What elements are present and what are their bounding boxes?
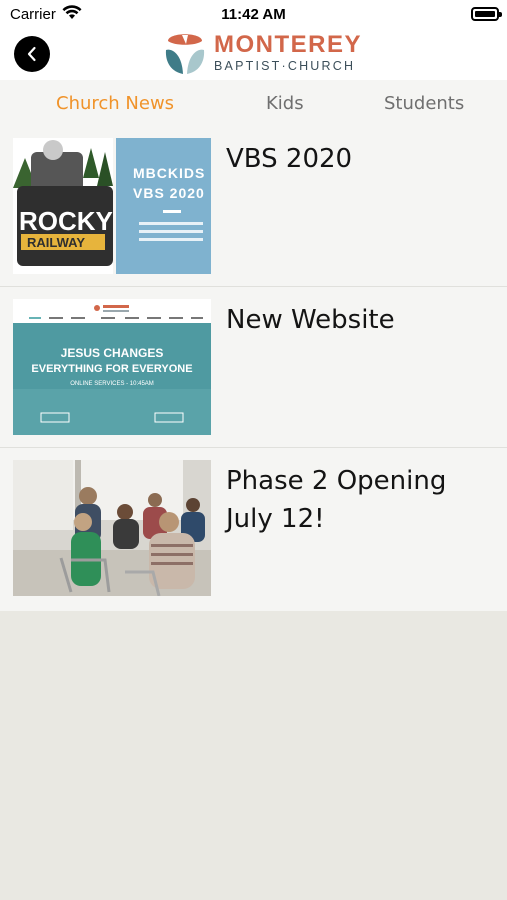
- news-item-phase-2-opening[interactable]: Phase 2 Opening July 12!: [0, 448, 507, 611]
- thumb-text-railway: RAILWAY: [27, 235, 85, 250]
- wifi-icon: [62, 4, 82, 24]
- back-button[interactable]: [14, 36, 50, 72]
- news-item-new-website[interactable]: JESUS CHANGES EVERYTHING FOR EVERYONE ON…: [0, 287, 507, 448]
- news-title: VBS 2020: [226, 144, 353, 174]
- tab-church-news[interactable]: Church News: [56, 93, 174, 114]
- tab-students[interactable]: Students: [384, 93, 464, 114]
- news-title: Phase 2 Opening July 12!: [226, 466, 447, 534]
- logo-line1: MONTEREY: [214, 31, 363, 59]
- logo-line2: BAPTIST·CHURCH: [214, 59, 356, 74]
- thumb-subline: ONLINE SERVICES - 10:45AM: [70, 381, 154, 387]
- nav-header: MONTEREY BAPTIST·CHURCH: [0, 28, 507, 80]
- thumb-headline1: JESUS CHANGES: [61, 346, 164, 360]
- logo-text: MONTEREY BAPTIST·CHURCH: [214, 33, 362, 73]
- status-left: Carrier: [10, 4, 82, 24]
- thumb-text-rocky: ROCKY: [19, 206, 113, 236]
- status-bar: Carrier 11:42 AM: [0, 0, 507, 28]
- news-item-vbs-2020[interactable]: ROCKY RAILWAY MBCKIDS VBS 2020 VBS 2020: [0, 126, 507, 287]
- church-logo: MONTEREY BAPTIST·CHURCH: [162, 30, 362, 76]
- news-title: New Website: [226, 305, 395, 335]
- battery-icon: [471, 7, 502, 21]
- news-list: ROCKY RAILWAY MBCKIDS VBS 2020 VBS 2020: [0, 126, 507, 611]
- tab-kids[interactable]: Kids: [266, 93, 304, 114]
- thumb-text-vbs: VBS 2020: [133, 185, 205, 201]
- thumb-text-mbckids: MBCKIDS: [133, 165, 205, 181]
- logo-mark-icon: [165, 34, 205, 74]
- thumb-headline2: EVERYTHING FOR EVERYONE: [31, 363, 192, 375]
- news-thumbnail: [13, 460, 211, 596]
- news-thumbnail: ROCKY RAILWAY MBCKIDS VBS 2020: [13, 138, 211, 274]
- news-thumbnail: JESUS CHANGES EVERYTHING FOR EVERYONE ON…: [13, 299, 211, 435]
- chevron-left-icon: [27, 46, 36, 62]
- tab-bar: Church News Kids Students: [0, 80, 507, 126]
- carrier-label: Carrier: [10, 5, 56, 23]
